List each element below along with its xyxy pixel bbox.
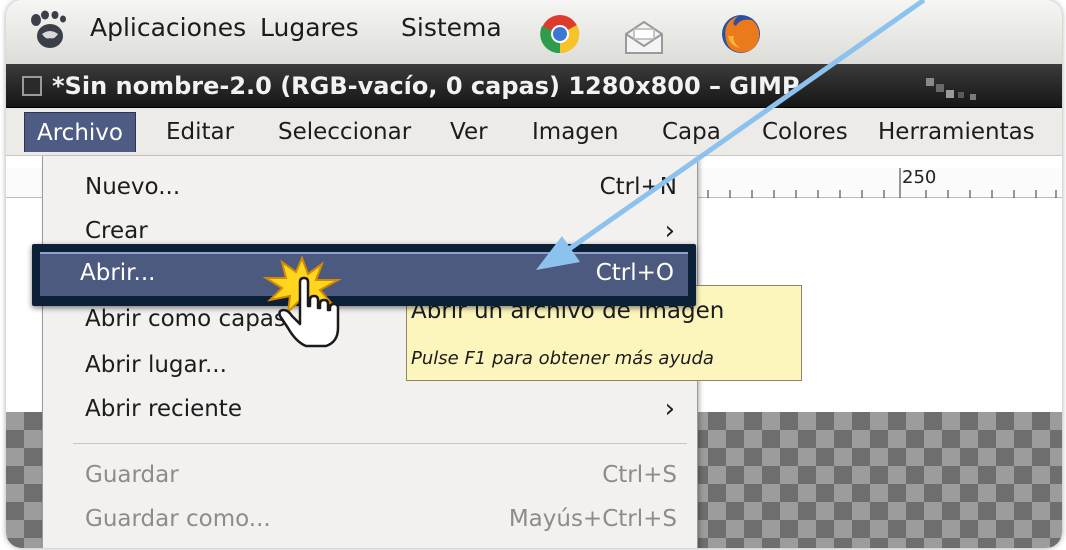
menu-capa[interactable]: Capa xyxy=(662,119,721,145)
menu-seleccionar[interactable]: Seleccionar xyxy=(278,119,411,145)
menu-item-shortcut: Ctrl+O xyxy=(595,260,674,286)
menu-imagen[interactable]: Imagen xyxy=(532,119,619,145)
firefox-icon[interactable] xyxy=(718,10,764,56)
menu-ver[interactable]: Ver xyxy=(450,119,488,145)
menu-item-shortcut: Mayús+Ctrl+S xyxy=(508,506,677,532)
top-panel: Aplicaciones Lugares Sistema xyxy=(6,0,1062,64)
menu-item-shortcut: Ctrl+S xyxy=(602,462,677,488)
panel-menu-lugares[interactable]: Lugares xyxy=(260,13,359,42)
gnome-foot-icon[interactable] xyxy=(28,10,70,52)
menu-item-nuevo[interactable]: Nuevo... Ctrl+N xyxy=(43,166,699,210)
submenu-arrow-icon: › xyxy=(664,394,675,424)
menu-separator xyxy=(73,443,687,444)
menu-item-label: Crear xyxy=(85,218,148,244)
menu-item-label: Abrir reciente xyxy=(85,396,242,422)
menu-colores[interactable]: Colores xyxy=(762,119,848,145)
menu-archivo[interactable]: Archivo xyxy=(24,112,136,152)
submenu-arrow-icon: › xyxy=(664,216,675,246)
menu-item-abrir[interactable]: Abrir... Ctrl+O xyxy=(32,244,696,306)
chrome-icon[interactable] xyxy=(539,13,581,55)
panel-menu-aplicaciones[interactable]: Aplicaciones xyxy=(90,13,246,42)
hand-cursor-icon xyxy=(278,276,340,348)
screenshot-frame: Aplicaciones Lugares Sistema *Sin nombre… xyxy=(6,0,1062,548)
menu-item-guardar-como: Guardar como... Mayús+Ctrl+S xyxy=(43,498,699,542)
menu-item-abrir-selection[interactable]: Abrir... Ctrl+O xyxy=(40,252,688,296)
menu-item-label: Nuevo... xyxy=(85,174,181,200)
menu-editar[interactable]: Editar xyxy=(166,119,234,145)
menu-item-label: Guardar como... xyxy=(85,506,271,532)
menu-item-shortcut: Ctrl+N xyxy=(599,174,677,200)
menu-herramientas[interactable]: Herramientas xyxy=(878,119,1035,145)
window-menu-button[interactable] xyxy=(22,76,42,96)
window-title: *Sin nombre-2.0 (RGB-vacío, 0 capas) 128… xyxy=(52,72,800,100)
menu-item-label: Abrir lugar... xyxy=(85,352,227,378)
menu-item-label: Abrir... xyxy=(80,260,156,286)
tooltip-hint: Pulse F1 para obtener más ayuda xyxy=(411,348,714,369)
ruler-label: 250 xyxy=(902,167,937,188)
panel-menu-sistema[interactable]: Sistema xyxy=(401,13,502,42)
window-titlebar[interactable]: *Sin nombre-2.0 (RGB-vacío, 0 capas) 128… xyxy=(6,64,1062,108)
menu-item-label: Guardar xyxy=(85,462,179,488)
menu-item-abrir-reciente[interactable]: Abrir reciente › xyxy=(43,388,699,432)
mail-icon[interactable] xyxy=(622,20,666,56)
gimp-menubar: Archivo Editar Seleccionar Ver Imagen Ca… xyxy=(6,108,1062,156)
gimp-decoration-icon xyxy=(926,78,976,100)
menu-item-guardar: Guardar Ctrl+S xyxy=(43,454,699,498)
